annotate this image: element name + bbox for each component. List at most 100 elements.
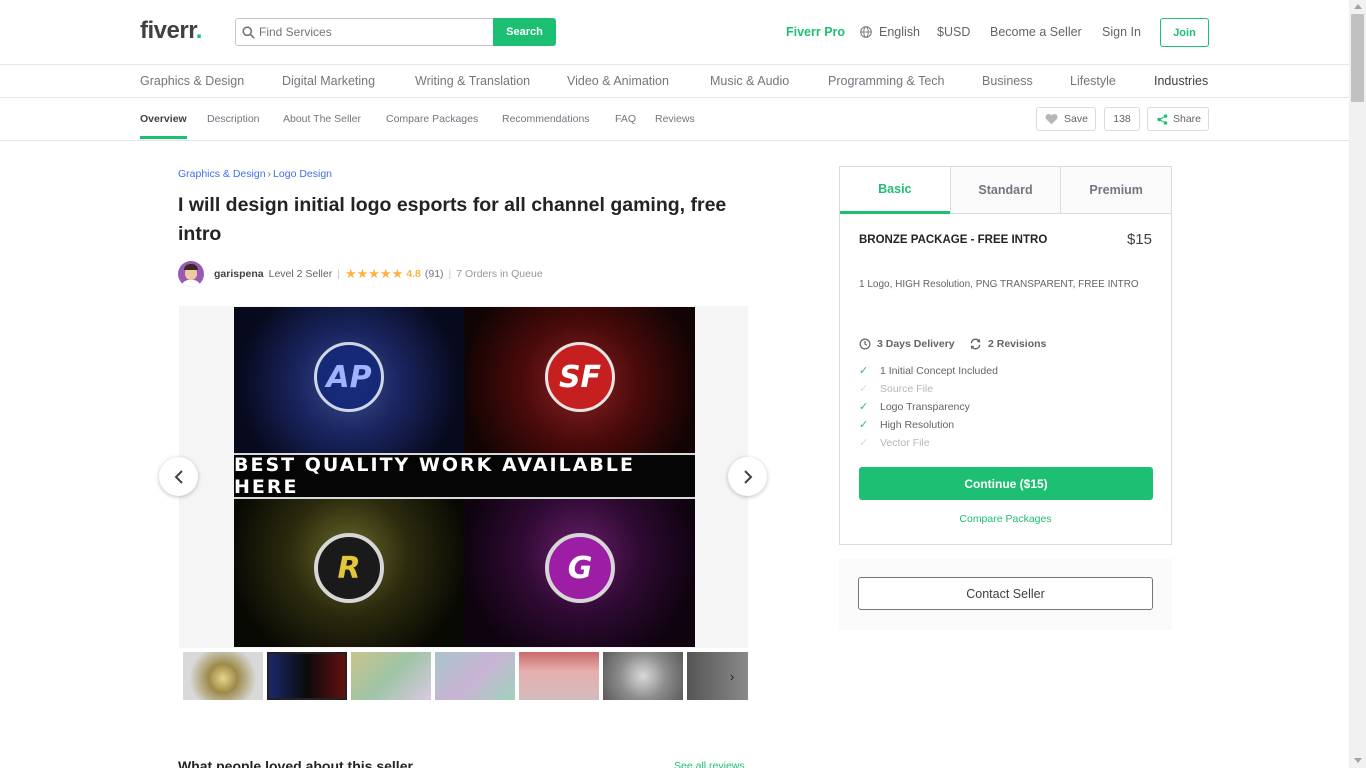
breadcrumb: Graphics & Design › Logo Design — [178, 168, 332, 180]
check-icon: ✓ — [859, 365, 869, 377]
save-label: Save — [1064, 113, 1088, 125]
thumbnail[interactable] — [183, 652, 263, 700]
feature-label: 1 Initial Concept Included — [880, 364, 998, 377]
scroll-up-arrow-icon[interactable] — [1354, 4, 1362, 9]
breadcrumb-graphics-design[interactable]: Graphics & Design — [178, 168, 266, 180]
feature-label: Logo Transparency — [880, 400, 970, 413]
category-graphics-design[interactable]: Graphics & Design — [140, 74, 244, 88]
clock-icon — [859, 338, 871, 350]
category-video-animation[interactable]: Video & Animation — [567, 74, 669, 88]
category-lifestyle[interactable]: Lifestyle — [1070, 74, 1116, 88]
category-music-audio[interactable]: Music & Audio — [710, 74, 789, 88]
subnav-recommendations[interactable]: Recommendations — [502, 113, 590, 125]
subnav-about-seller[interactable]: About The Seller — [283, 113, 361, 125]
rating-score: 4.8 — [406, 267, 421, 280]
search-input[interactable] — [259, 25, 479, 39]
orders-in-queue: 7 Orders in Queue — [456, 267, 543, 280]
subnav-description[interactable]: Description — [207, 113, 260, 125]
gallery-prev-button[interactable] — [159, 457, 198, 496]
share-button[interactable]: Share — [1147, 107, 1209, 131]
refresh-icon — [970, 338, 981, 350]
emblem-r: R — [314, 533, 384, 603]
search-icon — [242, 25, 255, 39]
search-bar: Search — [235, 18, 556, 46]
feature-excluded: ✓ Source File — [859, 382, 933, 396]
share-icon — [1157, 113, 1168, 125]
category-digital-marketing[interactable]: Digital Marketing — [282, 74, 375, 88]
category-industries[interactable]: Industries — [1154, 74, 1208, 88]
seller-level: Level 2 Seller — [268, 267, 333, 280]
category-writing-translation[interactable]: Writing & Translation — [415, 74, 530, 88]
category-programming-tech[interactable]: Programming & Tech — [828, 74, 945, 88]
chevron-left-icon — [174, 469, 183, 484]
subnav-faq[interactable]: FAQ — [615, 113, 636, 125]
check-icon: ✓ — [859, 437, 869, 449]
package-tabs: Basic Standard Premium — [840, 167, 1172, 214]
category-business[interactable]: Business — [982, 74, 1033, 88]
fiverr-pro-link[interactable]: Fiverr Pro — [786, 25, 845, 39]
check-icon: ✓ — [859, 419, 869, 431]
save-count-badge: 138 — [1104, 107, 1140, 131]
delivery-time: 3 Days Delivery — [859, 338, 955, 350]
breadcrumb-logo-design[interactable]: Logo Design — [273, 168, 332, 180]
join-button[interactable]: Join — [1160, 18, 1209, 47]
subnav-compare-packages[interactable]: Compare Packages — [386, 113, 478, 125]
seller-avatar[interactable] — [178, 260, 204, 287]
gallery-banner: BEST QUALITY WORK AVAILABLE HERE — [234, 453, 695, 499]
gig-title: I will design initial logo esports for a… — [178, 194, 727, 245]
chevron-right-icon — [743, 469, 752, 484]
share-label: Share — [1173, 113, 1202, 125]
gallery-next-button[interactable] — [728, 457, 767, 496]
subnav-overview[interactable]: Overview — [140, 113, 187, 125]
feature-label: Vector File — [880, 436, 930, 449]
subnav-reviews[interactable]: Reviews — [655, 113, 695, 125]
gallery-thumbnails — [183, 652, 748, 700]
thumbnail[interactable] — [519, 652, 599, 700]
compare-packages-link[interactable]: Compare Packages — [840, 513, 1171, 525]
delivery-label: 3 Days Delivery — [877, 338, 955, 350]
seller-username[interactable]: garispena — [214, 268, 264, 280]
thumbnail-selected[interactable] — [267, 652, 347, 700]
tab-basic[interactable]: Basic — [840, 167, 950, 214]
search-button[interactable]: Search — [493, 18, 556, 46]
currency-selector[interactable]: $USD — [937, 25, 970, 39]
package-box: Basic Standard Premium BRONZE PACKAGE - … — [839, 166, 1172, 545]
revisions-count: 2 Revisions — [969, 338, 1046, 350]
contact-seller-button[interactable]: Contact Seller — [858, 577, 1153, 610]
language-selector[interactable]: English — [879, 25, 920, 39]
thumbnail[interactable] — [603, 652, 683, 700]
save-count: 138 — [1113, 113, 1131, 125]
package-name: BRONZE PACKAGE - FREE INTRO — [859, 234, 1048, 246]
breadcrumb-separator: › — [267, 168, 272, 180]
continue-button[interactable]: Continue ($15) — [859, 467, 1153, 500]
sign-in-link[interactable]: Sign In — [1102, 25, 1141, 39]
feature-label: High Resolution — [880, 418, 955, 431]
thumbnail[interactable] — [351, 652, 431, 700]
check-icon: ✓ — [859, 401, 869, 413]
emblem-ap: AP — [314, 342, 384, 412]
fiverr-logo[interactable]: fiverr. — [140, 17, 202, 45]
feature-included: ✓ 1 Initial Concept Included — [859, 364, 998, 378]
tab-standard[interactable]: Standard — [949, 167, 1061, 213]
save-button[interactable]: Save — [1036, 107, 1096, 131]
emblem-sf: SF — [545, 342, 615, 412]
tab-premium[interactable]: Premium — [1060, 167, 1172, 213]
reviews-heading: What people loved about this seller — [178, 758, 413, 768]
scrollbar-thumb[interactable] — [1351, 14, 1364, 102]
heart-icon — [1045, 114, 1058, 125]
rating-count[interactable]: (91) — [425, 268, 444, 280]
scroll-down-arrow-icon[interactable] — [1354, 758, 1362, 763]
gallery-main-image[interactable]: AP SF R G BEST QUALITY WORK AVAILABLE HE… — [234, 307, 695, 647]
thumbnail[interactable] — [687, 652, 748, 700]
globe-icon — [860, 25, 872, 43]
see-all-reviews-link[interactable]: See all reviews — [674, 760, 745, 768]
page-scrollbar[interactable] — [1349, 0, 1366, 768]
check-icon: ✓ — [859, 383, 869, 395]
feature-included: ✓ High Resolution — [859, 418, 955, 432]
thumbnails-next-icon[interactable]: › — [730, 669, 734, 684]
package-description: 1 Logo, HIGH Resolution, PNG TRANSPARENT… — [859, 279, 1139, 290]
become-seller-link[interactable]: Become a Seller — [990, 25, 1082, 39]
site-header: fiverr. Search Fiverr Pro English $USD B… — [0, 0, 1349, 65]
thumbnail[interactable] — [435, 652, 515, 700]
contact-panel: Contact Seller — [839, 559, 1172, 630]
